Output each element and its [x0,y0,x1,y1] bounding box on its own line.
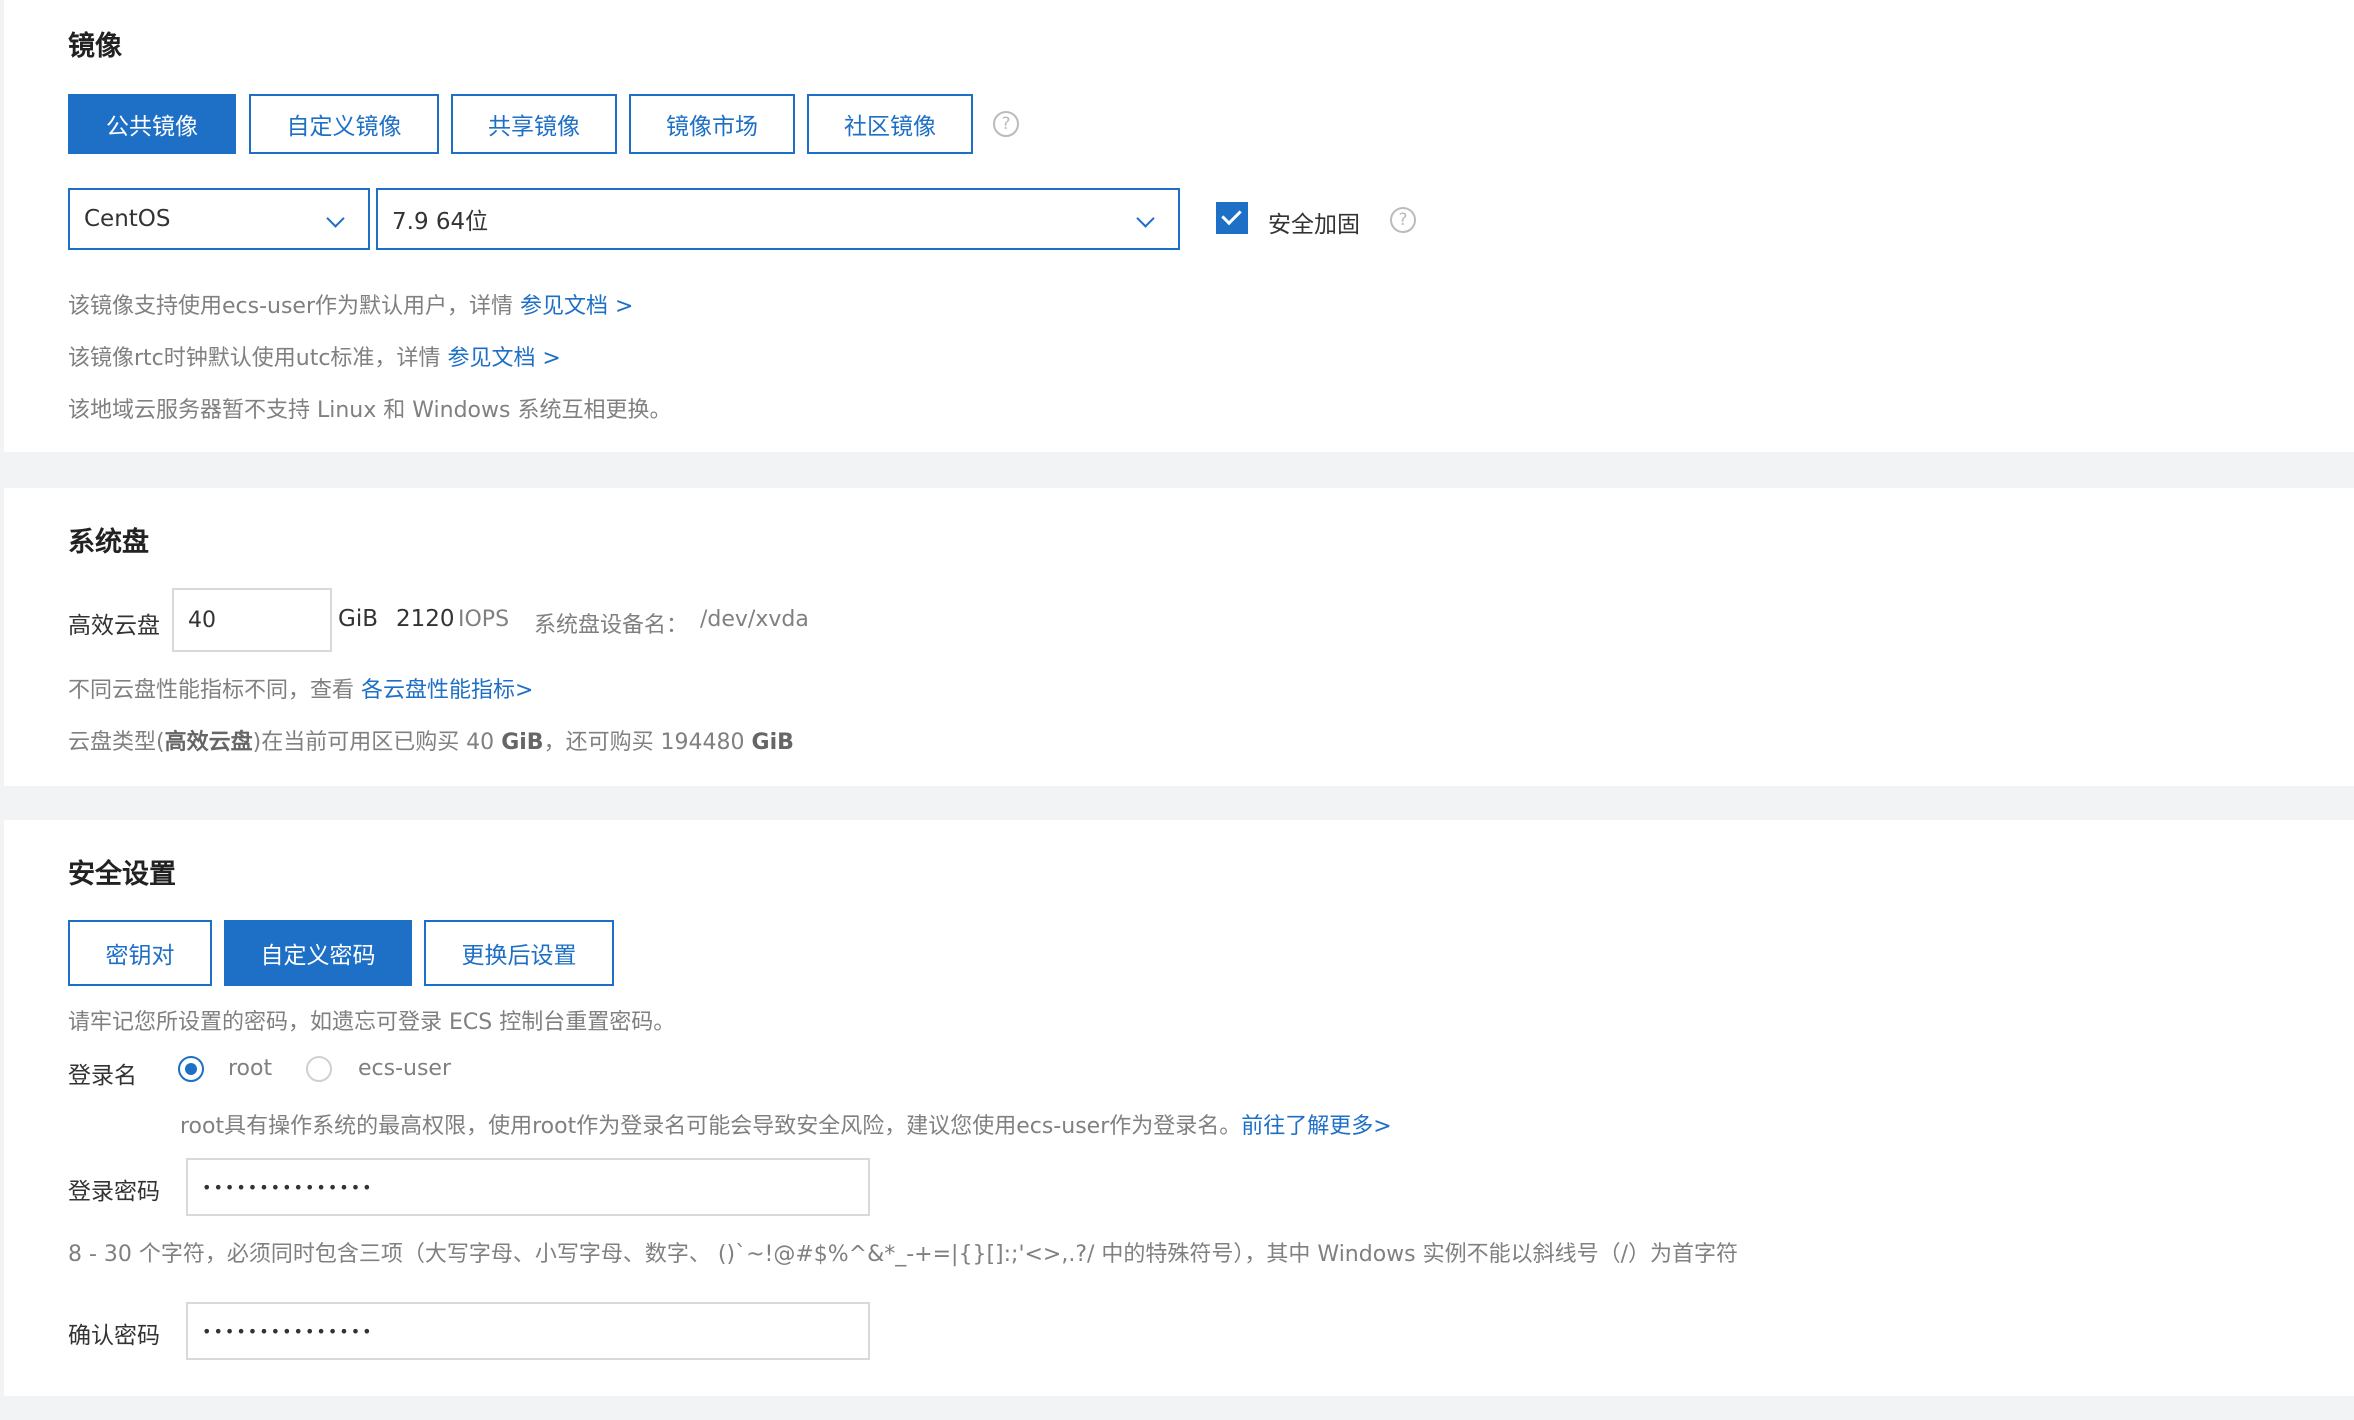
password-remember-hint: 请牢记您所设置的密码，如遗忘可登录 ECS 控制台重置密码。 [68,1010,676,1035]
system-disk-section: 系统盘 高效云盘 40 GiB 2120 IOPS 系统盘设备名： /dev/x… [4,488,2354,786]
password-rule-hint: 8 - 30 个字符，必须同时包含三项（大写字母、小写字母、数字、 ()`~!@… [68,1242,1739,1267]
tab-community-image[interactable]: 社区镜像 [807,94,973,154]
image-section: 镜像 公共镜像 自定义镜像 共享镜像 镜像市场 社区镜像 ? CentOS 7.… [4,0,2354,452]
hint-text: 该镜像rtc时钟默认使用utc标准，详情 [68,346,448,371]
disk-perf-link[interactable]: 各云盘性能指标> [361,678,533,703]
disk-type-label: 高效云盘 [68,613,160,639]
iops-unit: IOPS [458,607,510,632]
hint-strong: 高效云盘 [164,730,253,755]
confirm-password-label: 确认密码 [68,1323,160,1349]
security-section: 安全设置 密钥对 自定义密码 更换后设置 请牢记您所设置的密码，如遗忘可登录 E… [4,820,2354,1396]
radio-root[interactable] [178,1056,204,1082]
tab-set-after-change[interactable]: 更换后设置 [424,920,614,986]
root-warning-hint: root具有操作系统的最高权限，使用root作为登录名可能会导致安全风险，建议您… [180,1108,1392,1140]
os-select-value: CentOS [84,206,171,232]
os-select[interactable]: CentOS [68,188,370,250]
hint-text: 该镜像支持使用ecs-user作为默认用户，详情 [68,294,521,319]
tab-image-market[interactable]: 镜像市场 [629,94,795,154]
tab-shared-image[interactable]: 共享镜像 [451,94,617,154]
hint-text: root具有操作系统的最高权限，使用root作为登录名可能会导致安全风险，建议您… [180,1114,1242,1139]
version-select[interactable]: 7.9 64位 [376,188,1180,250]
doc-link[interactable]: 参见文档 > [520,294,633,319]
system-disk-title: 系统盘 [68,527,149,558]
image-hint-default-user: 该镜像支持使用ecs-user作为默认用户，详情 参见文档 > [68,288,633,320]
tab-key-pair[interactable]: 密钥对 [68,920,212,986]
confirm-password-input[interactable]: ••••••••••••••• [186,1302,870,1360]
hint-text: 不同云盘性能指标不同，查看 [68,678,361,703]
device-name-label: 系统盘设备名： [534,613,689,638]
chevron-down-icon [1136,209,1155,228]
security-hardening-checkbox[interactable] [1216,202,1248,234]
hint-strong: GiB [501,730,544,755]
image-section-title: 镜像 [68,31,122,62]
tab-custom-password[interactable]: 自定义密码 [224,920,412,986]
security-hardening-label: 安全加固 [1268,212,1360,238]
disk-size-unit: GiB [338,606,378,632]
password-label: 登录密码 [68,1179,160,1205]
hint-text: 云盘类型( [68,730,165,755]
security-section-title: 安全设置 [68,859,176,890]
image-hint-os-switch: 该地域云服务器暂不支持 Linux 和 Windows 系统互相更换。 [68,398,672,423]
tab-custom-image[interactable]: 自定义镜像 [249,94,439,154]
iops-value: 2120 [396,606,455,632]
help-icon[interactable]: ? [993,111,1019,137]
security-tabs: 密钥对 自定义密码 更换后设置 [68,920,628,986]
disk-perf-hint: 不同云盘性能指标不同，查看 各云盘性能指标> [68,672,533,704]
radio-ecs-user-label[interactable]: ecs-user [358,1056,451,1081]
radio-ecs-user[interactable] [306,1056,332,1082]
hint-text: ，还可购买 194480 [543,730,752,755]
hint-strong: GiB [751,730,794,755]
tab-public-image[interactable]: 公共镜像 [68,94,236,154]
login-name-label: 登录名 [68,1063,137,1089]
device-name: /dev/xvda [700,607,809,632]
image-tabs: 公共镜像 自定义镜像 共享镜像 镜像市场 社区镜像 ? [68,94,1028,156]
radio-root-label[interactable]: root [228,1056,272,1081]
help-icon[interactable]: ? [1390,207,1416,233]
password-input[interactable]: ••••••••••••••• [186,1158,870,1216]
chevron-down-icon [326,209,345,228]
disk-size-input[interactable]: 40 [172,588,332,652]
doc-link[interactable]: 参见文档 > [447,346,560,371]
hint-text: )在当前可用区已购买 40 [252,730,502,755]
disk-quota-hint: 云盘类型(高效云盘)在当前可用区已购买 40 GiB，还可购买 194480 G… [68,724,794,756]
image-hint-rtc: 该镜像rtc时钟默认使用utc标准，详情 参见文档 > [68,340,561,372]
version-select-value: 7.9 64位 [392,209,489,235]
learn-more-link[interactable]: 前往了解更多> [1241,1114,1391,1139]
